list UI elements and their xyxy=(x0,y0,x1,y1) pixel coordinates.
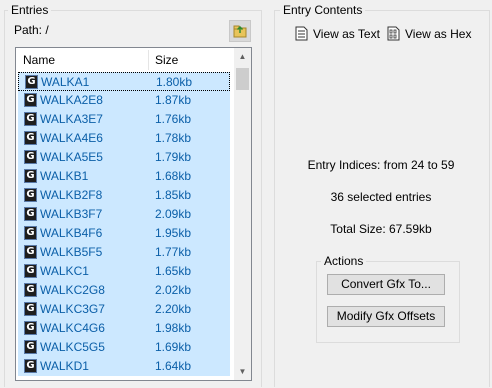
list-item[interactable]: G WALKB3F7 2.09kb xyxy=(18,205,230,224)
list-item[interactable]: G WALKC5G5 1.69kb xyxy=(18,338,230,357)
path-label: Path: / xyxy=(14,23,49,37)
entry-name: WALKC5G5 xyxy=(40,340,105,354)
entry-size: 1.65kb xyxy=(155,264,192,278)
list-item[interactable]: G WALKC4G6 1.98kb xyxy=(18,319,230,338)
scroll-down-arrow-icon[interactable]: ▼ xyxy=(234,363,251,380)
open-folder-button[interactable] xyxy=(229,20,251,42)
graphic-entry-icon: G xyxy=(24,150,37,164)
entry-size: 2.20kb xyxy=(155,302,192,316)
entry-size: 1.68kb xyxy=(155,169,192,183)
graphic-entry-icon: G xyxy=(25,75,38,89)
entry-size: 2.09kb xyxy=(155,207,192,221)
entry-size: 1.76kb xyxy=(155,112,192,126)
list-item[interactable]: G WALKA2E8 1.87kb xyxy=(18,91,230,110)
list-item[interactable]: G WALKA5E5 1.79kb xyxy=(18,148,230,167)
list-item[interactable]: G WALKB5F5 1.77kb xyxy=(18,243,230,262)
entry-name: WALKB2F8 xyxy=(40,188,103,202)
view-as-hex-button[interactable]: View as Hex xyxy=(387,24,472,44)
column-header-name[interactable]: Name xyxy=(23,48,55,72)
entry-size: 1.95kb xyxy=(155,226,192,240)
entry-contents-title: Entry Contents xyxy=(280,3,366,17)
entry-name: WALKA2E8 xyxy=(40,93,103,107)
graphic-entry-icon: G xyxy=(24,226,37,240)
graphic-entry-icon: G xyxy=(24,207,37,221)
entry-size: 1.98kb xyxy=(155,321,192,335)
list-item[interactable]: G WALKB1 1.68kb xyxy=(18,167,230,186)
graphic-entry-icon: G xyxy=(24,93,37,107)
open-folder-icon xyxy=(233,25,247,38)
entry-name: WALKA5E5 xyxy=(40,150,103,164)
list-header: Name Size xyxy=(16,48,234,72)
entry-size: 1.78kb xyxy=(155,131,192,145)
entry-name: WALKC2G8 xyxy=(40,283,105,297)
list-item[interactable]: G WALKB2F8 1.85kb xyxy=(18,186,230,205)
graphic-entry-icon: G xyxy=(24,302,37,316)
entry-name: WALKB5F5 xyxy=(40,245,103,259)
list-item[interactable]: G WALKA3E7 1.76kb xyxy=(18,110,230,129)
column-header-size[interactable]: Size xyxy=(155,48,178,72)
convert-gfx-button[interactable]: Convert Gfx To... xyxy=(327,274,445,295)
graphic-entry-icon: G xyxy=(24,188,37,202)
view-as-text-button[interactable]: View as Text xyxy=(295,24,380,44)
list-item[interactable]: G WALKC2G8 2.02kb xyxy=(18,281,230,300)
entry-name: WALKB4F6 xyxy=(40,226,103,240)
graphic-entry-icon: G xyxy=(24,283,37,297)
column-separator[interactable] xyxy=(148,50,149,70)
list-item[interactable]: G WALKC1 1.65kb xyxy=(18,262,230,281)
graphic-entry-icon: G xyxy=(24,245,37,259)
view-as-hex-label: View as Hex xyxy=(405,27,472,41)
entry-name: WALKC1 xyxy=(40,264,89,278)
total-size-text: Total Size: 67.59kb xyxy=(330,222,432,236)
entry-name: WALKC3G7 xyxy=(40,302,105,316)
entry-name: WALKA4E6 xyxy=(40,131,103,145)
entry-indices-text: Entry Indices: from 24 to 59 xyxy=(307,158,455,172)
graphic-entry-icon: G xyxy=(24,131,37,145)
list-item[interactable]: G WALKC3G7 2.20kb xyxy=(18,300,230,319)
entry-name: WALKB3F7 xyxy=(40,207,103,221)
hex-document-icon xyxy=(387,26,400,41)
list-item[interactable]: G WALKA4E6 1.78kb xyxy=(18,129,230,148)
graphic-entry-icon: G xyxy=(24,340,37,354)
graphic-entry-icon: G xyxy=(24,169,37,183)
entry-size: 1.79kb xyxy=(155,150,192,164)
list-item[interactable]: G WALKD1 1.64kb xyxy=(18,357,230,376)
vertical-scrollbar[interactable]: ▲ ▼ xyxy=(234,48,251,380)
entry-name: WALKA1 xyxy=(41,75,90,89)
entry-size: 1.85kb xyxy=(155,188,192,202)
graphic-entry-icon: G xyxy=(24,264,37,278)
entry-size: 2.02kb xyxy=(155,283,192,297)
entry-name: WALKA3E7 xyxy=(40,112,103,126)
graphic-entry-icon: G xyxy=(24,112,37,126)
graphic-entry-icon: G xyxy=(24,359,37,373)
view-as-text-label: View as Text xyxy=(313,27,380,41)
text-document-icon xyxy=(295,26,308,41)
entry-size: 1.77kb xyxy=(155,245,192,259)
entry-size: 1.69kb xyxy=(155,340,192,354)
selected-count-text: 36 selected entries xyxy=(330,190,432,204)
graphic-entry-icon: G xyxy=(24,321,37,335)
entry-size: 1.80kb xyxy=(156,75,193,89)
entry-size: 1.64kb xyxy=(155,359,192,373)
list-item[interactable]: G WALKB4F6 1.95kb xyxy=(18,224,230,243)
entry-size: 1.87kb xyxy=(155,93,192,107)
entry-name: WALKB1 xyxy=(40,169,89,183)
entry-rows: G WALKA1 1.80kb G WALKA2E8 1.87kb G WALKA3E7 1… xyxy=(16,72,234,376)
list-item[interactable]: G WALKA1 1.80kb xyxy=(18,72,230,91)
entry-name: WALKC4G6 xyxy=(40,321,105,335)
scroll-thumb[interactable] xyxy=(236,68,249,90)
actions-title: Actions xyxy=(321,254,367,268)
entry-list[interactable]: Name Size G WALKA1 1.80kb G WALKA2E8 1.87kb … xyxy=(15,47,252,381)
modify-gfx-offsets-button[interactable]: Modify Gfx Offsets xyxy=(327,306,445,327)
entries-title: Entries xyxy=(8,3,52,17)
entry-name: WALKD1 xyxy=(40,359,89,373)
scroll-up-arrow-icon[interactable]: ▲ xyxy=(234,48,251,65)
